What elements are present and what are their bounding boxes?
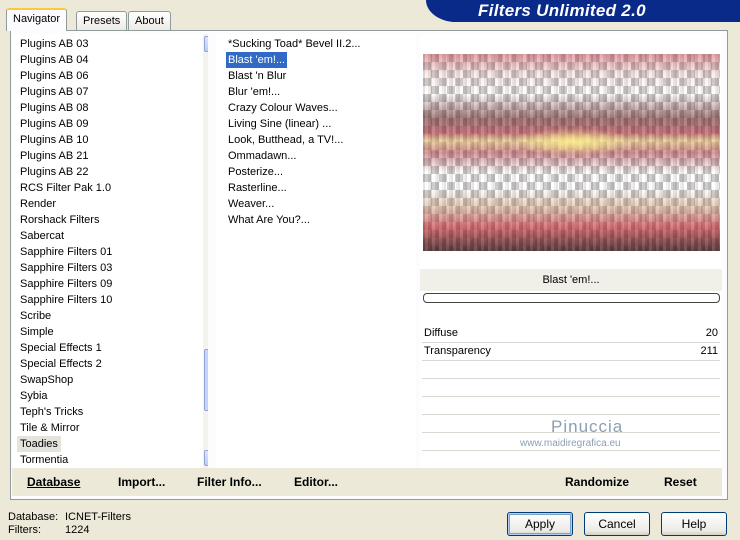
database-value: ICNET-Filters [65,511,131,523]
category-item[interactable]: Sapphire Filters 01 [20,244,112,260]
reset-button[interactable]: Reset [664,468,697,496]
divider [422,378,720,379]
banner-title: Filters Unlimited 2.0 [478,1,646,20]
database-info: Database: ICNET-Filters [8,511,131,523]
category-item[interactable]: Simple [20,324,54,340]
category-item[interactable]: Tormentia [20,452,68,468]
divider [422,450,720,451]
filters-info: Filters: 1224 [8,524,89,536]
param-label: Transparency [424,345,491,357]
category-item[interactable]: Render [20,196,56,212]
category-item[interactable]: RCS Filter Pak 1.0 [20,180,111,196]
watermark-name: Pinuccia [551,417,624,436]
filter-item[interactable]: Crazy Colour Waves... [228,100,338,116]
category-item[interactable]: Plugins AB 22 [20,164,89,180]
filter-item[interactable]: Posterize... [228,164,283,180]
filter-item[interactable]: Look, Butthead, a TV!... [228,132,343,148]
param-transparency[interactable]: Transparency 211 [420,342,722,360]
category-item[interactable]: Sybia [20,388,48,404]
category-item[interactable]: Plugins AB 08 [20,100,89,116]
category-item[interactable]: Sapphire Filters 10 [20,292,112,308]
editor-button[interactable]: Editor... [294,468,338,496]
randomize-button[interactable]: Randomize [565,468,629,496]
database-label: Database: [8,511,59,523]
divider [422,414,720,415]
category-item[interactable]: Teph's Tricks [20,404,83,420]
scroll-down-arrow-icon[interactable]: ▼ [204,450,208,466]
tab-about[interactable]: About [128,11,171,30]
filters-count: 1224 [65,524,90,536]
scroll-up-arrow-icon[interactable]: ▲ [204,36,208,52]
category-item[interactable]: Plugins AB 10 [20,132,89,148]
filter-item[interactable]: Blur 'em!... [228,84,280,100]
filters-label: Filters: [8,524,41,536]
filter-item[interactable]: Living Sine (linear) ... [228,116,331,132]
category-item[interactable]: Plugins AB 07 [20,84,89,100]
category-item[interactable]: Rorshack Filters [20,212,99,228]
database-button[interactable]: Database [27,468,80,496]
scrollbar-thumb[interactable] [204,349,208,411]
filter-item[interactable]: What Are You?... [228,212,310,228]
category-item[interactable]: Toadies [17,436,61,452]
param-label: Diffuse [424,327,459,339]
category-scrollbar[interactable]: ▲ ▼ [203,34,208,468]
filter-item[interactable]: Ommadawn... [228,148,296,164]
category-item[interactable]: Sapphire Filters 09 [20,276,112,292]
param-diffuse[interactable]: Diffuse 20 [420,324,722,342]
param-value: 211 [700,345,718,357]
param-value: 20 [705,327,718,339]
category-item[interactable]: Plugins AB 21 [20,148,89,164]
import-button[interactable]: Import... [118,468,165,496]
category-item[interactable]: Plugins AB 04 [20,52,89,68]
category-item[interactable]: Plugins AB 09 [20,116,89,132]
selected-filter-name: Blast 'em!... [420,269,722,291]
filter-item[interactable]: Blast 'em!... [226,52,288,68]
tab-navigator[interactable]: Navigator [6,8,68,31]
category-list[interactable]: Plugins AB 03 Plugins AB 04 Plugins AB 06 P… [12,34,208,468]
divider [422,342,720,343]
filter-list[interactable]: *Sucking Toad* Bevel II.2... Blast 'em!..… [216,34,416,468]
bottom-toolbar: Database Import... Filter Info... Editor… [12,468,722,496]
divider [422,360,720,361]
filter-preview-image [423,54,720,251]
help-button[interactable]: Help [661,512,727,536]
category-item[interactable]: Scribe [20,308,51,324]
cancel-button[interactable]: Cancel [584,512,650,536]
apply-button[interactable]: Apply [507,512,573,536]
category-item[interactable]: Special Effects 2 [20,356,102,372]
tab-presets[interactable]: Presets [76,11,128,30]
category-item[interactable]: Sapphire Filters 03 [20,260,112,276]
tab-strip: Navigator Presets About [6,8,426,31]
progress-bar [423,293,720,303]
filter-item[interactable]: Rasterline... [228,180,287,196]
divider [422,396,720,397]
filter-item[interactable]: Blast 'n Blur [228,68,286,84]
category-item[interactable]: Special Effects 1 [20,340,102,356]
category-item[interactable]: Plugins AB 06 [20,68,89,84]
watermark-site: www.maidiregrafica.eu [520,438,621,449]
category-item[interactable]: Tile & Mirror [20,420,79,436]
category-item[interactable]: Sabercat [20,228,64,244]
filter-info-button[interactable]: Filter Info... [197,468,262,496]
category-item[interactable]: Plugins AB 03 [20,36,89,52]
category-item[interactable]: SwapShop [20,372,73,388]
filter-item[interactable]: Weaver... [228,196,274,212]
filter-item[interactable]: *Sucking Toad* Bevel II.2... [228,36,361,52]
